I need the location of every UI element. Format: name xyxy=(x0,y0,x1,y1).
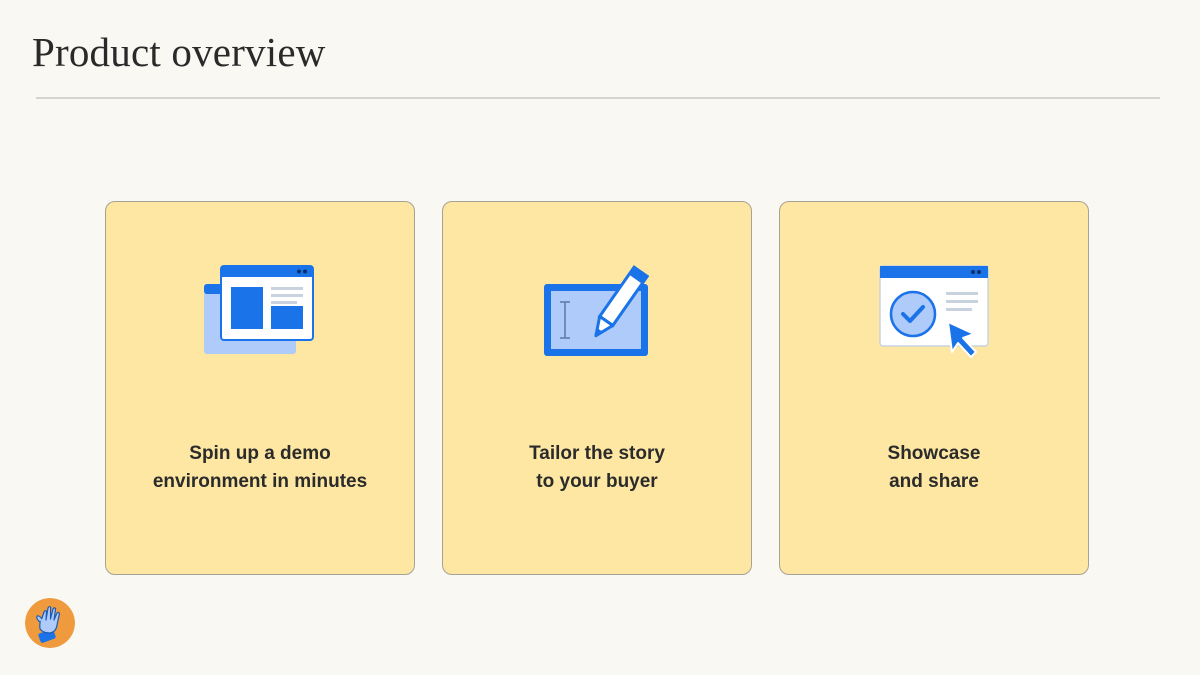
card-tailor-story: Tailor the story to your buyer xyxy=(442,201,752,575)
page-title: Product overview xyxy=(32,29,326,75)
slide: Product overview Spin up a demo environm… xyxy=(0,0,1200,675)
checkmark-cursor-icon xyxy=(780,262,1088,362)
card-label: Showcase and share xyxy=(887,443,981,492)
waving-hand-icon xyxy=(25,598,75,648)
waving-hand-button[interactable] xyxy=(25,598,75,648)
card-label: Spin up a demo environment in minutes xyxy=(152,443,368,492)
browser-windows-icon xyxy=(106,262,414,362)
pencil-tablet-icon xyxy=(443,262,751,362)
card-label: Tailor the story to your buyer xyxy=(529,443,665,492)
card-showcase-share: Showcase and share xyxy=(779,201,1089,575)
card-demo-environment: Spin up a demo environment in minutes xyxy=(105,201,415,575)
title-divider xyxy=(36,97,1160,99)
